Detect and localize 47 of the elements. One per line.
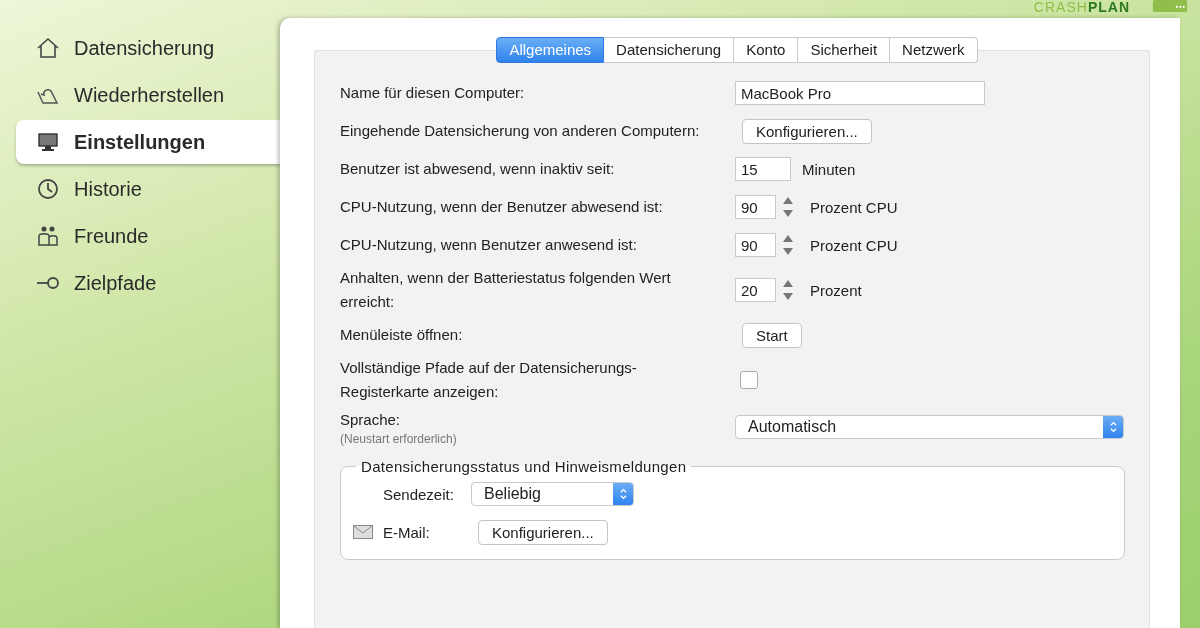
setting-label: CPU-Nutzung, wenn der Benutzer abwesend ist: <box>340 197 664 217</box>
dropdown[interactable]: Automatisch <box>735 415 1124 439</box>
unit-label: Prozent <box>810 281 862 299</box>
unit-label: Minuten <box>802 160 856 178</box>
checkbox[interactable] <box>740 371 758 389</box>
number-field[interactable]: 90 <box>735 195 776 219</box>
logo: CRASH PLAN <box>1033 0 1130 14</box>
number-field[interactable]: 20 <box>735 278 776 302</box>
sidebar-item[interactable]: Zielpfade <box>16 261 280 305</box>
setting-label: E-Mail: <box>383 523 431 541</box>
setting-label: Vollständige Pfade auf der Datensicherungs-Registerkarte anzeigen: <box>340 358 638 402</box>
setting-label: Benutzer ist abwesend, wenn inaktiv seit: <box>340 159 616 179</box>
group-title: Datensicherungsstatus und Hinweismeldungen <box>360 458 688 475</box>
push-button[interactable]: Start <box>742 322 802 348</box>
sidebar-item[interactable]: Datensicherung <box>16 26 280 70</box>
setting-label: CPU-Nutzung, wenn Benutzer anwesend ist: <box>340 235 638 255</box>
app-badge-icon <box>1150 0 1190 12</box>
unit-label: Prozent CPU <box>810 198 898 216</box>
sidebar-item[interactable]: Historie <box>16 167 280 211</box>
setting-label: Eingehende Datensicherung von anderen Computern: <box>340 121 701 141</box>
monitor-icon <box>36 130 60 154</box>
up-down-caret-icon <box>618 487 628 501</box>
setting-label: Sendezeit: <box>383 485 455 503</box>
text-field[interactable]: MacBook Pro <box>735 81 985 105</box>
setting-label: Sprache: <box>340 410 402 430</box>
sidebar-item[interactable]: Einstellungen <box>16 120 280 164</box>
push-button[interactable]: Konfigurieren... <box>478 519 608 545</box>
tab[interactable]: Netzwerk <box>890 37 978 63</box>
setting-label: Name für diesen Computer: <box>340 83 526 103</box>
tab[interactable]: Datensicherung <box>604 37 735 63</box>
envelope-icon <box>353 525 373 539</box>
tab[interactable]: Sicherheit <box>798 37 891 63</box>
setting-label: Anhalten, wenn der Batteriestatus folgenden Wert erreicht: <box>340 268 672 312</box>
sidebar-item[interactable]: Freunde <box>16 214 280 258</box>
setting-label: Menüleiste öffnen: <box>340 325 464 345</box>
tab[interactable]: Konto <box>734 37 799 63</box>
push-button[interactable]: Konfigurieren... <box>742 118 872 144</box>
people-icon <box>36 224 60 248</box>
number-field[interactable]: 15 <box>735 157 791 181</box>
unit-label: Prozent CPU <box>810 236 898 254</box>
setting-note: (Neustart erforderlich) <box>340 432 458 446</box>
number-field[interactable]: 90 <box>735 233 776 257</box>
sidebar-item[interactable]: Wiederherstellen <box>16 73 280 117</box>
up-down-caret-icon <box>1108 420 1118 434</box>
clock-icon <box>36 177 60 201</box>
dropdown[interactable]: Beliebig <box>471 482 634 506</box>
house-icon <box>36 36 60 60</box>
